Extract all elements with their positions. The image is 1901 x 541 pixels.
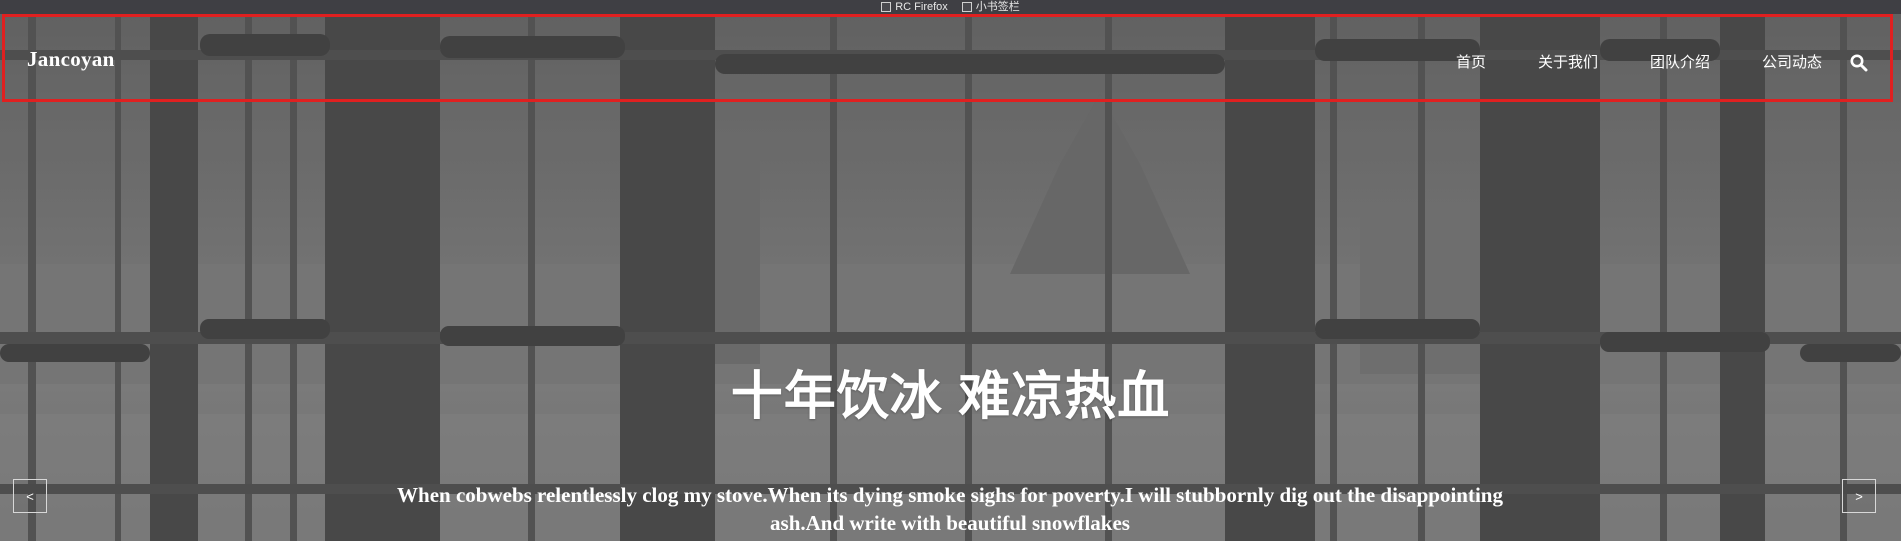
nav-link-news[interactable]: 公司动态: [1762, 51, 1822, 72]
nav-link-about[interactable]: 关于我们: [1538, 51, 1598, 72]
bookmark-item[interactable]: RC Firefox: [881, 1, 948, 13]
carousel-prev-button[interactable]: <: [13, 479, 47, 513]
nav-link-home[interactable]: 首页: [1456, 51, 1486, 72]
hero-subtitle: When cobwebs relentlessly clog my stove.…: [397, 483, 1503, 535]
search-icon[interactable]: [1850, 54, 1868, 72]
bookmark-item[interactable]: 小书签栏: [961, 1, 1020, 13]
bookmarks-bar: RC Firefox 小书签栏: [0, 0, 1901, 14]
nav-link-team[interactable]: 团队介绍: [1650, 51, 1710, 72]
navbar: Jancoyan 首页 关于我们 团队介绍 公司动态: [2, 14, 1893, 102]
hero-title: 十年饮冰 难凉热血: [730, 368, 1171, 426]
nav-links: 首页 关于我们 团队介绍 公司动态: [1456, 51, 1868, 72]
brand-logo[interactable]: Jancoyan: [27, 47, 115, 72]
checkbox-icon[interactable]: [881, 2, 892, 12]
checkbox-icon[interactable]: [961, 2, 972, 12]
bookmark-label[interactable]: RC Firefox: [895, 1, 948, 13]
carousel-next-button[interactable]: >: [1842, 479, 1876, 513]
page: RC Firefox 小书签栏 Jancoyan 首页 关于我们 团队介绍 公司…: [0, 0, 1901, 541]
bookmark-label[interactable]: 小书签栏: [976, 1, 1020, 13]
